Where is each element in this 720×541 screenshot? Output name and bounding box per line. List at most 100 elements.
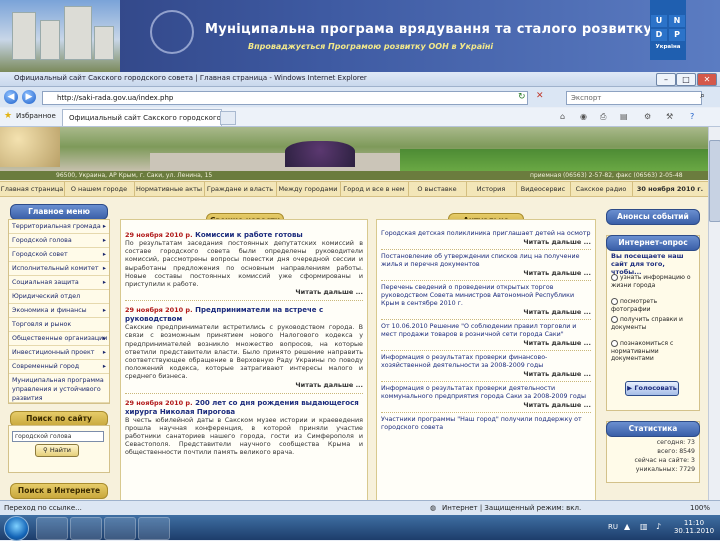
news-body: В честь юбилейной даты в Сакском музее и…: [125, 415, 363, 457]
nav-item[interactable]: О выставке: [408, 182, 467, 196]
minimize-button[interactable]: –: [656, 73, 676, 86]
volume-icon[interactable]: ♪: [656, 522, 661, 531]
menu-item[interactable]: Территориальная громада ▸: [9, 220, 109, 234]
stat-line: сегодня: 73: [656, 439, 695, 446]
arrow-right-icon: ▸: [102, 237, 106, 244]
menu-item[interactable]: Муниципальная программа управления и уст…: [9, 374, 109, 403]
forward-icon[interactable]: ▶: [22, 90, 36, 104]
nav-item[interactable]: Между городами: [276, 182, 341, 196]
undp-letter: U: [651, 15, 667, 27]
news-column: 29 ноября 2010 р. Комиссии к работе гото…: [120, 219, 368, 515]
site-search-input[interactable]: городской голова: [12, 431, 104, 442]
rss-icon[interactable]: ◉: [580, 112, 587, 121]
read-more-link[interactable]: Читать дальше ...: [381, 339, 591, 347]
home-icon[interactable]: ⌂: [560, 112, 565, 121]
network-icon[interactable]: ▥: [640, 522, 648, 531]
ie-taskbar-icon[interactable]: [36, 517, 68, 540]
news-item: 29 ноября 2010 р. Предприниматели на вст…: [125, 305, 363, 388]
favorites-star-icon[interactable]: ★: [4, 111, 12, 121]
powerpoint-taskbar-icon[interactable]: [138, 517, 170, 540]
scrollbar-thumb[interactable]: [709, 140, 720, 222]
menu-item[interactable]: Городской совет ▸: [9, 248, 109, 262]
page-menu-icon[interactable]: ▤: [620, 112, 628, 121]
news-date: 29 ноября 2010 р.: [125, 231, 193, 239]
menu-item[interactable]: Городской голова ▸: [9, 234, 109, 248]
back-icon[interactable]: ◀: [4, 90, 18, 104]
vote-button[interactable]: ▶ Голосовать: [625, 381, 679, 396]
nav-item[interactable]: Сакское радио: [570, 182, 633, 196]
tray-arrow-icon[interactable]: ▲: [624, 522, 630, 531]
menu-item[interactable]: Исполнительный комитет ▸: [9, 262, 109, 276]
maximize-button[interactable]: □: [676, 73, 696, 86]
favorites-bar: ★ Избранное Официальный сайт Сакского го…: [0, 108, 720, 127]
site-search-button[interactable]: ⚲ Найти: [35, 444, 79, 457]
read-more-link[interactable]: Читать дальше ...: [125, 288, 363, 296]
clock-date: 30.11.2010: [673, 527, 715, 535]
read-more-link[interactable]: Читать дальше ...: [381, 401, 591, 409]
menu-item[interactable]: Социальная защита ▸: [9, 276, 109, 290]
arrow-right-icon: ▸: [102, 335, 106, 342]
menu-item[interactable]: Общественные организации ▸: [9, 332, 109, 346]
news-date: 29 ноября 2010 р.: [125, 398, 193, 407]
menu-item[interactable]: Экономика и финансы ▸: [9, 304, 109, 318]
poll-title: Интернет-опрос: [606, 235, 700, 251]
help-icon[interactable]: ?: [690, 112, 694, 121]
read-more-link[interactable]: Читать дальше ...: [381, 370, 591, 378]
new-tab-button[interactable]: [220, 111, 236, 125]
news-headline[interactable]: Комиссии к работе готовы: [195, 231, 303, 239]
read-more-link[interactable]: Читать дальше ...: [381, 238, 591, 246]
search-icon[interactable]: ⌕: [700, 91, 705, 101]
explorer-taskbar-icon[interactable]: [70, 517, 102, 540]
nav-item[interactable]: История: [466, 182, 517, 196]
tools-menu-icon[interactable]: ⚒: [666, 112, 673, 121]
safety-menu-icon[interactable]: ⚙: [644, 112, 651, 121]
nav-item[interactable]: О нашем городе: [64, 182, 135, 196]
print-icon[interactable]: ⎙: [600, 112, 606, 122]
un-emblem-icon: [150, 10, 194, 54]
banner-subtitle: Впроваджується Програмою розвитку ООН в …: [248, 42, 494, 51]
window-titlebar[interactable]: Официальный сайт Сакского городского сов…: [0, 72, 720, 87]
contact-strip: 96500, Украина, АР Крым, г. Саки, ул. Ле…: [0, 171, 708, 180]
radio-icon: [611, 298, 618, 305]
clock-time: 11:10: [683, 519, 705, 527]
stop-icon[interactable]: ✕: [536, 91, 544, 101]
nav-item[interactable]: Граждане и власть: [204, 182, 277, 196]
undp-letter: P: [669, 29, 685, 41]
menu-item[interactable]: Современный город ▸: [9, 360, 109, 374]
read-more-link[interactable]: Читать дальше ...: [125, 381, 363, 389]
actual-column: Городская детская поликлиника приглашает…: [376, 219, 596, 515]
media-taskbar-icon[interactable]: [104, 517, 136, 540]
favorites-label[interactable]: Избранное: [16, 112, 56, 120]
poll-option[interactable]: узнать информацию о жизни города: [611, 274, 697, 289]
poll-option[interactable]: получить справки и документы: [611, 316, 697, 331]
events-title[interactable]: Анонсы событий: [606, 209, 700, 225]
main-menu: Территориальная громада ▸ Городской голов…: [8, 219, 110, 404]
poll-option[interactable]: посмотреть фотографии: [611, 298, 697, 313]
clock[interactable]: 11:10 30.11.2010: [672, 519, 716, 535]
tab-active[interactable]: Официальный сайт Сакского городского сов…: [62, 109, 222, 126]
address-toolbar: ◀ ▶ http://saki-rada.gov.ua/index.php ↻ …: [0, 87, 720, 107]
close-button[interactable]: ✕: [697, 73, 717, 86]
actual-item: От 10.06.2010 Решение "О соблюдении прав…: [381, 323, 591, 347]
refresh-icon[interactable]: ↻: [518, 92, 526, 102]
start-button[interactable]: [4, 516, 29, 541]
poll-option[interactable]: познакомиться с нормативными документами: [611, 340, 697, 363]
poll-panel: Вы посещаете наш сайт для того, чтобы...…: [606, 235, 700, 411]
zoom-level[interactable]: 100%: [690, 504, 710, 512]
nav-item[interactable]: Нормативные акты: [134, 182, 205, 196]
menu-item[interactable]: Юридический отдел: [9, 290, 109, 304]
nav-item[interactable]: Город и все в нем: [340, 182, 409, 196]
undp-logo[interactable]: UN DP Україна: [650, 0, 686, 60]
read-more-link[interactable]: Читать дальше ...: [381, 308, 591, 316]
browser-search-input[interactable]: Экспорт: [566, 91, 702, 105]
news-item: 29 ноября 2010 р. 200 лет со дня рождени…: [125, 398, 363, 457]
read-more-link[interactable]: Читать дальше ...: [381, 269, 591, 277]
nav-item[interactable]: Видеосервис: [516, 182, 571, 196]
menu-item[interactable]: Инвестиционный проект ▸: [9, 346, 109, 360]
address-text: 96500, Украина, АР Крым, г. Саки, ул. Ле…: [56, 172, 213, 179]
menu-item[interactable]: Торговля и рынок: [9, 318, 109, 332]
nav-item[interactable]: Главная страница: [0, 182, 65, 196]
top-navigation: Главная страница О нашем городе Норматив…: [0, 181, 708, 197]
url-input[interactable]: http://saki-rada.gov.ua/index.php: [42, 91, 528, 105]
language-indicator[interactable]: RU: [608, 523, 618, 531]
